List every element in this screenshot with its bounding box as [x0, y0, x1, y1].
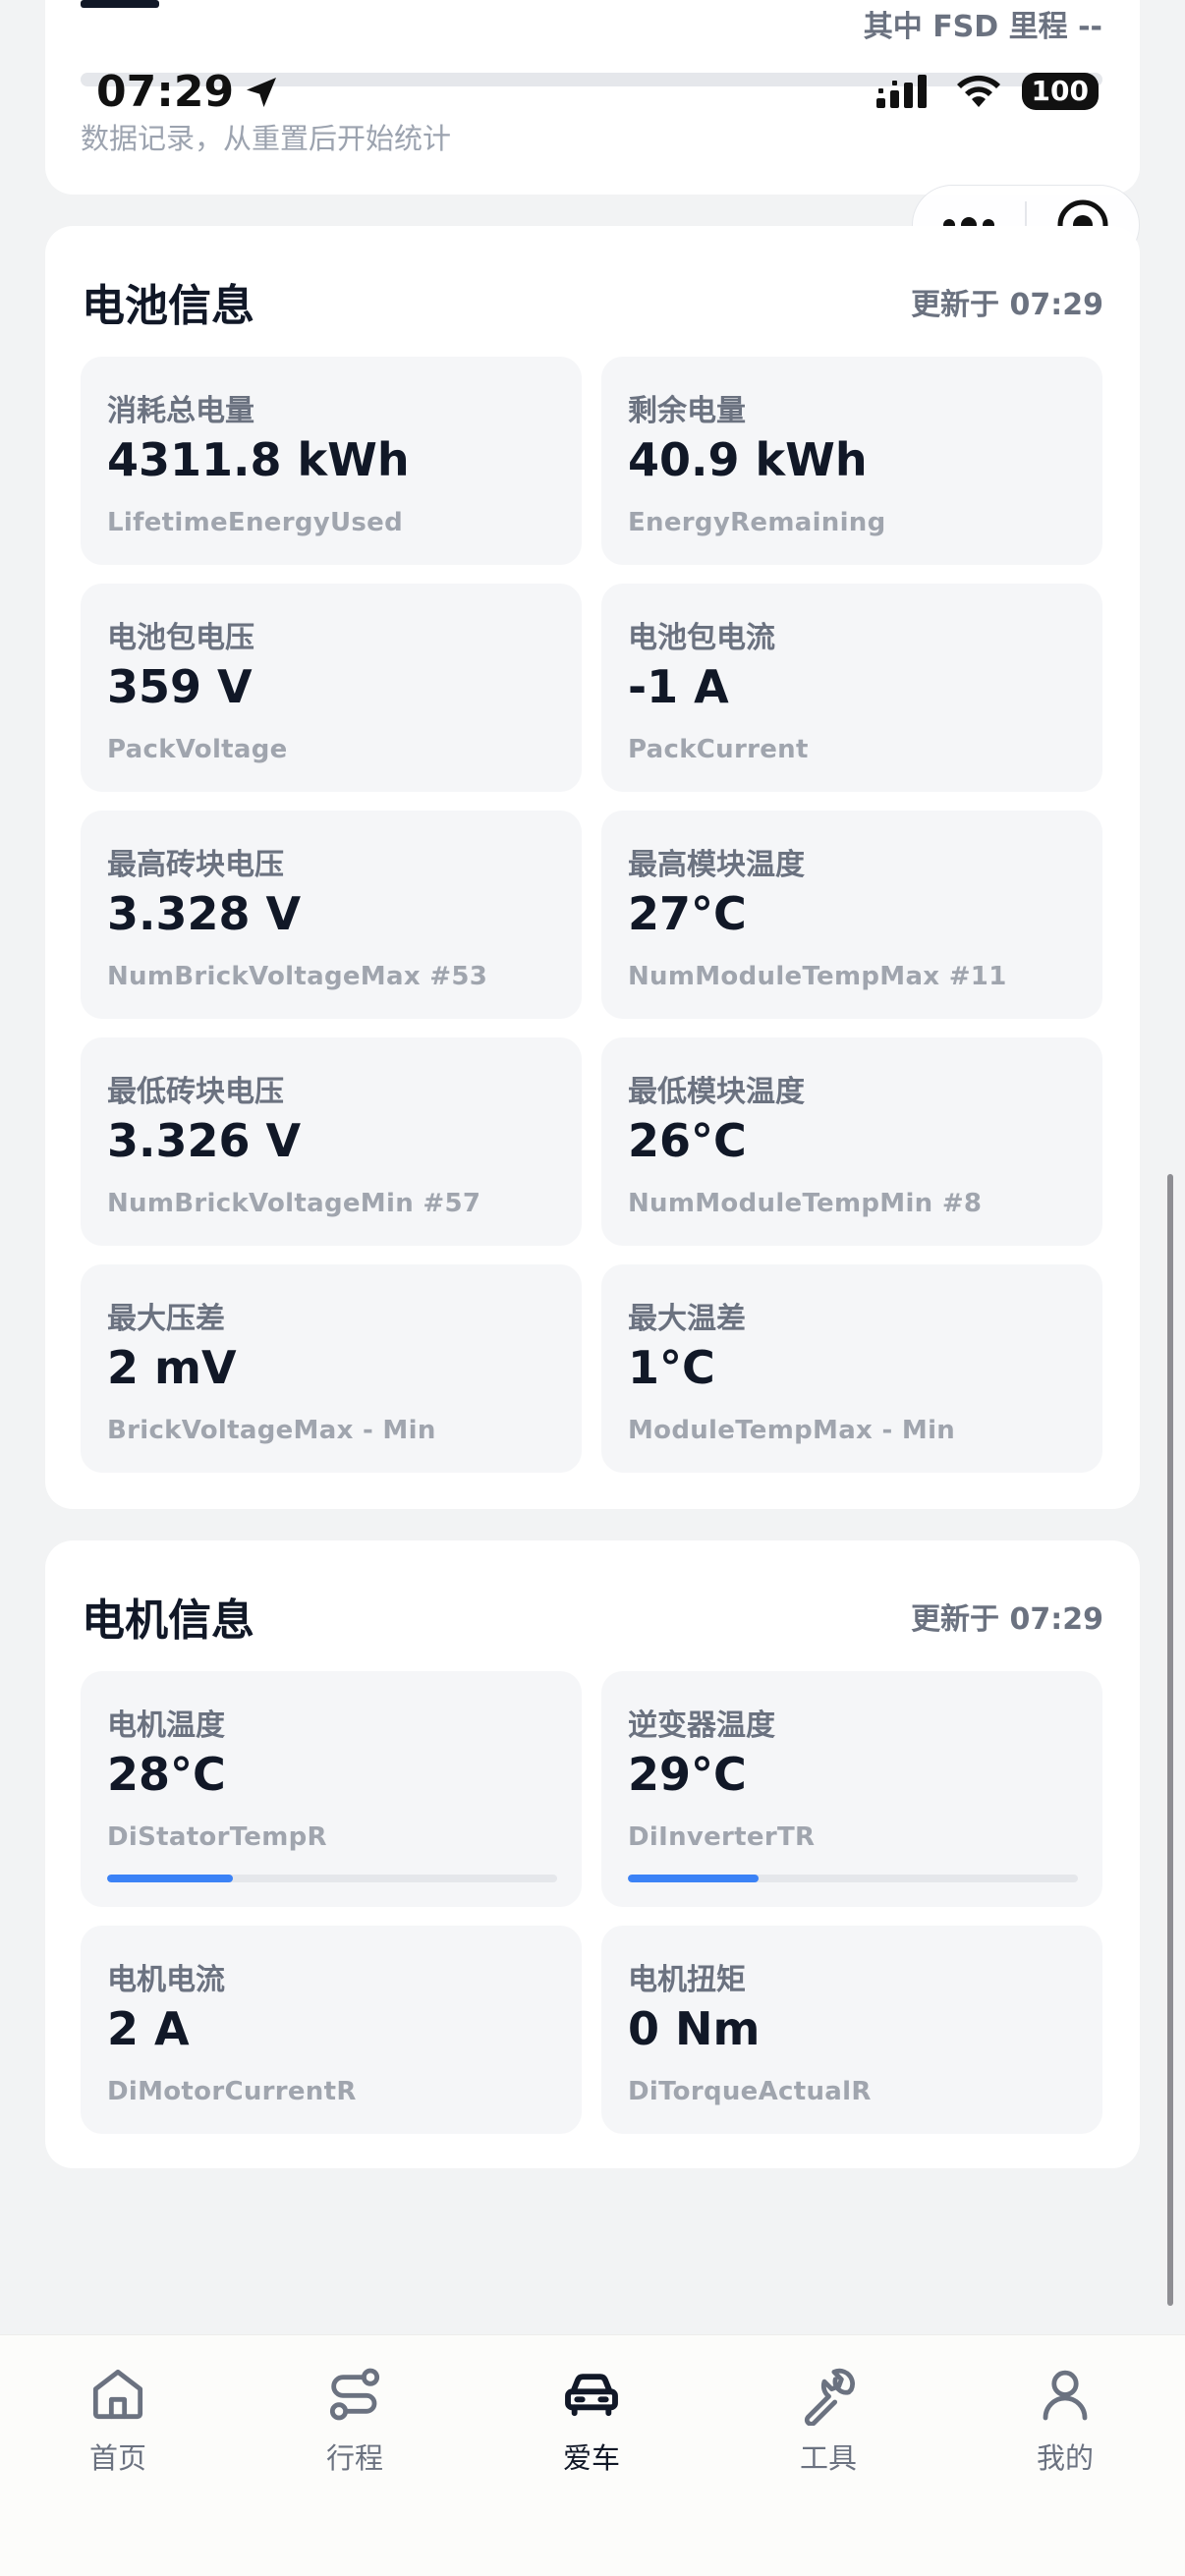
tile-signal-name: NumBrickVoltageMin #57 — [107, 1189, 481, 1218]
status-time-text: 07:29 — [96, 67, 235, 117]
fsd-mileage-label: 其中 FSD 里程 -- — [863, 10, 1102, 44]
location-arrow-icon — [247, 77, 277, 107]
tile-value: 2 mV — [107, 1341, 237, 1394]
tile-value: 359 V — [107, 660, 253, 713]
wrench-icon — [804, 2368, 855, 2426]
battery-info-card: 电池信息 更新于 07:29 消耗总电量 4311.8 kWh Lifetime… — [45, 226, 1140, 1509]
tile-inverter-temp[interactable]: 逆变器温度 29°C DiInverterTR — [601, 1671, 1102, 1907]
tile-label: 逆变器温度 — [628, 1708, 775, 1743]
tile-motor-current[interactable]: 电机电流 2 A DiMotorCurrentR — [81, 1926, 582, 2134]
tile-label: 电池包电流 — [628, 621, 775, 655]
tile-signal-name: ModuleTempMax - Min — [628, 1416, 956, 1445]
tile-value: 26°C — [628, 1114, 747, 1167]
tab-car[interactable]: 爱车 — [513, 2363, 670, 2477]
temperature-level-bar — [628, 1875, 1078, 1882]
tile-signal-name: NumBrickVoltageMax #53 — [107, 962, 488, 991]
tab-home[interactable]: 首页 — [39, 2363, 197, 2477]
motor-section-title: 电机信息 — [82, 1596, 254, 1646]
tile-label: 电机温度 — [107, 1708, 225, 1743]
tile-brick-voltage-min[interactable]: 最低砖块电压 3.326 V NumBrickVoltageMin #57 — [81, 1037, 582, 1246]
route-icon — [329, 2368, 380, 2421]
tile-value: 4311.8 kWh — [107, 433, 410, 486]
tile-label: 最低模块温度 — [628, 1075, 805, 1109]
temperature-level-bar — [107, 1875, 557, 1882]
tile-value: 3.326 V — [107, 1114, 302, 1167]
tile-motor-torque[interactable]: 电机扭矩 0 Nm DiTorqueActualR — [601, 1926, 1102, 2134]
status-time: 07:29 — [96, 67, 281, 117]
tab-trips[interactable]: 行程 — [276, 2363, 433, 2477]
car-icon — [565, 2374, 618, 2417]
tile-lifetime-energy[interactable]: 消耗总电量 4311.8 kWh LifetimeEnergyUsed — [81, 357, 582, 565]
tile-value: 2 A — [107, 2002, 190, 2055]
temperature-level-fill — [628, 1875, 759, 1882]
app-page: 其中 FSD 里程 -- 数据记录，从重置后开始统计 07:29 100 电池信… — [0, 0, 1185, 2576]
tile-signal-name: DiTorqueActualR — [628, 2077, 872, 2106]
tab-profile[interactable]: 我的 — [987, 2363, 1144, 2477]
user-icon — [1043, 2370, 1088, 2421]
tile-signal-name: DiInverterTR — [628, 1822, 816, 1852]
tile-value: -1 A — [628, 660, 729, 713]
tile-signal-name: DiStatorTempR — [107, 1822, 327, 1852]
tile-label: 电机电流 — [107, 1963, 225, 1997]
tile-signal-name: NumModuleTempMax #11 — [628, 962, 1007, 991]
home-icon — [92, 2369, 143, 2420]
tile-value: 1°C — [628, 1341, 715, 1394]
tile-signal-name: EnergyRemaining — [628, 508, 886, 537]
status-icons: 100 — [875, 73, 1099, 110]
tile-value: 40.9 kWh — [628, 433, 868, 486]
tab-label: 首页 — [88, 2441, 146, 2475]
scroll-indicator[interactable] — [1167, 1174, 1173, 2306]
cellular-signal-icon — [875, 75, 927, 108]
tab-label: 工具 — [799, 2441, 857, 2475]
mileage-value-partial — [81, 0, 159, 8]
tile-module-temp-max[interactable]: 最高模块温度 27°C NumModuleTempMax #11 — [601, 811, 1102, 1019]
motor-updated-time: 更新于 07:29 — [911, 1602, 1103, 1637]
motor-info-card: 电机信息 更新于 07:29 电机温度 28°C DiStatorTempR 逆… — [45, 1540, 1140, 2168]
tile-signal-name: NumModuleTempMin #8 — [628, 1189, 983, 1218]
tile-label: 最大压差 — [107, 1302, 225, 1336]
battery-section-title: 电池信息 — [82, 281, 254, 331]
reset-note: 数据记录，从重置后开始统计 — [81, 122, 452, 155]
tile-value: 28°C — [107, 1748, 226, 1801]
tile-brick-voltage-max[interactable]: 最高砖块电压 3.328 V NumBrickVoltageMax #53 — [81, 811, 582, 1019]
tile-label: 剩余电量 — [628, 394, 746, 428]
battery-indicator: 100 — [1021, 73, 1099, 110]
tile-label: 电机扭矩 — [628, 1963, 746, 1997]
tile-signal-name: LifetimeEnergyUsed — [107, 508, 404, 537]
temperature-level-fill — [107, 1875, 234, 1882]
tile-value: 29°C — [628, 1748, 747, 1801]
tile-signal-name: PackVoltage — [107, 735, 288, 764]
tile-value: 27°C — [628, 887, 747, 940]
tile-value: 3.328 V — [107, 887, 302, 940]
tile-signal-name: BrickVoltageMax - Min — [107, 1416, 436, 1445]
tile-label: 电池包电压 — [107, 621, 254, 655]
tile-voltage-spread[interactable]: 最大压差 2 mV BrickVoltageMax - Min — [81, 1264, 582, 1473]
tile-pack-current[interactable]: 电池包电流 -1 A PackCurrent — [601, 584, 1102, 792]
tab-label: 爱车 — [562, 2441, 620, 2475]
tile-label: 最大温差 — [628, 1302, 746, 1336]
bottom-tab-bar: 首页 行程 爱车 工具 我的 — [0, 2334, 1185, 2576]
tile-signal-name: PackCurrent — [628, 735, 809, 764]
tab-tools[interactable]: 工具 — [750, 2363, 907, 2477]
battery-updated-time: 更新于 07:29 — [911, 288, 1103, 322]
tile-energy-remaining[interactable]: 剩余电量 40.9 kWh EnergyRemaining — [601, 357, 1102, 565]
tile-stator-temp[interactable]: 电机温度 28°C DiStatorTempR — [81, 1671, 582, 1907]
tile-label: 最高砖块电压 — [107, 848, 284, 882]
tab-label: 我的 — [1036, 2441, 1094, 2475]
tile-label: 最低砖块电压 — [107, 1075, 284, 1109]
tile-value: 0 Nm — [628, 2002, 761, 2055]
tile-temp-spread[interactable]: 最大温差 1°C ModuleTempMax - Min — [601, 1264, 1102, 1473]
tile-label: 最高模块温度 — [628, 848, 805, 882]
wifi-icon — [956, 75, 1000, 107]
tile-module-temp-min[interactable]: 最低模块温度 26°C NumModuleTempMin #8 — [601, 1037, 1102, 1246]
tab-label: 行程 — [325, 2441, 383, 2475]
tile-label: 消耗总电量 — [107, 394, 254, 428]
tile-pack-voltage[interactable]: 电池包电压 359 V PackVoltage — [81, 584, 582, 792]
tile-signal-name: DiMotorCurrentR — [107, 2077, 357, 2106]
